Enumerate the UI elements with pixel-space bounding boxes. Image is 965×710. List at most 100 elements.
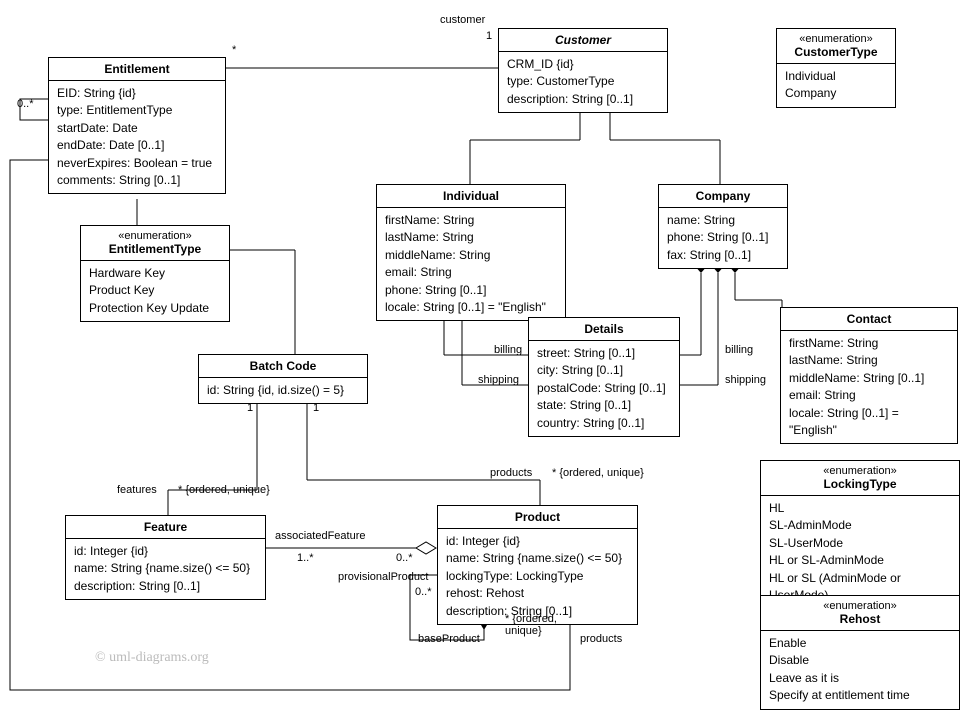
lit: Hardware Key — [89, 265, 221, 282]
attr: phone: String [0..1] — [385, 282, 557, 299]
class-details: Details street: String [0..1] city: Stri… — [528, 317, 680, 437]
label-billing2: billing — [725, 344, 753, 356]
attr: fax: String [0..1] — [667, 247, 779, 264]
lit: Enable — [769, 635, 951, 652]
class-batchcode: Batch Code id: String {id, id.size() = 5… — [198, 354, 368, 404]
lit: Company — [785, 85, 887, 102]
attr: CRM_ID {id} — [507, 56, 659, 73]
label-one3: 1 — [313, 402, 319, 414]
class-entitlement: Entitlement EID: String {id} type: Entit… — [48, 57, 226, 194]
label-shipping2: shipping — [725, 374, 766, 386]
stereotype: «enumeration» — [769, 465, 951, 477]
lit: SL-UserMode — [769, 535, 951, 552]
label-zerostar: 0..* — [17, 98, 34, 110]
attr: name: String {name.size() <= 50} — [74, 560, 257, 577]
class-title: Batch Code — [199, 355, 367, 378]
attr: phone: String [0..1] — [667, 229, 779, 246]
attr: rehost: Rehost — [446, 585, 629, 602]
class-entitlementtype: «enumeration» EntitlementType Hardware K… — [80, 225, 230, 322]
attr: firstName: String — [385, 212, 557, 229]
attr: middleName: String — [385, 247, 557, 264]
attr: country: String [0..1] — [537, 415, 671, 432]
label-provprod: provisionalProduct — [338, 571, 429, 583]
label-one2: 1 — [247, 402, 253, 414]
lit: HL — [769, 500, 951, 517]
attr: street: String [0..1] — [537, 345, 671, 362]
attr: postalCode: String [0..1] — [537, 380, 671, 397]
stereotype: «enumeration» — [785, 33, 887, 45]
class-contact: Contact firstName: String lastName: Stri… — [780, 307, 958, 444]
attr: name: String — [667, 212, 779, 229]
class-title: Entitlement — [49, 58, 225, 81]
label-onestar: 1..* — [297, 552, 314, 564]
label-star: * — [232, 44, 236, 56]
lit: Individual — [785, 68, 887, 85]
label-features: features — [117, 484, 157, 496]
class-customertype: «enumeration» CustomerType Individual Co… — [776, 28, 896, 108]
class-title: Details — [529, 318, 679, 341]
class-individual: Individual firstName: String lastName: S… — [376, 184, 566, 321]
label-products1: products — [490, 467, 532, 479]
class-company: Company name: String phone: String [0..1… — [658, 184, 788, 269]
class-title: Customer — [499, 29, 667, 52]
attr: lastName: String — [789, 352, 949, 369]
attr: lockingType: LockingType — [446, 568, 629, 585]
class-title: CustomerType — [785, 45, 887, 59]
lit: Disable — [769, 652, 951, 669]
attr: description: String [0..1] — [74, 578, 257, 595]
attr: locale: String [0..1] = "English" — [789, 405, 949, 440]
class-rehost: «enumeration» Rehost Enable Disable Leav… — [760, 595, 960, 710]
label-baseprod: baseProduct — [418, 633, 480, 645]
class-customer: Customer CRM_ID {id} type: CustomerType … — [498, 28, 668, 113]
class-feature: Feature id: Integer {id} name: String {n… — [65, 515, 266, 600]
attr: middleName: String [0..1] — [789, 370, 949, 387]
label-products2: products — [580, 633, 622, 645]
attr: email: String — [789, 387, 949, 404]
attr: type: EntitlementType — [57, 102, 217, 119]
attr: locale: String [0..1] = "English" — [385, 299, 557, 316]
watermark: © uml-diagrams.org — [95, 650, 209, 666]
lit: Specify at entitlement time — [769, 687, 951, 704]
attr: city: String [0..1] — [537, 362, 671, 379]
lit: Product Key — [89, 282, 221, 299]
class-title: Individual — [377, 185, 565, 208]
attr: description: String [0..1] — [507, 91, 659, 108]
attr: id: Integer {id} — [74, 543, 257, 560]
class-title: Contact — [781, 308, 957, 331]
label-shipping1: shipping — [478, 374, 519, 386]
class-lockingtype: «enumeration» LockingType HL SL-AdminMod… — [760, 460, 960, 609]
stereotype: «enumeration» — [89, 230, 221, 242]
attr: lastName: String — [385, 229, 557, 246]
label-zerostarp: 0..* — [396, 552, 413, 564]
stereotype: «enumeration» — [769, 600, 951, 612]
attr: firstName: String — [789, 335, 949, 352]
class-title: Feature — [66, 516, 265, 539]
class-title: Company — [659, 185, 787, 208]
lit: HL or SL-AdminMode — [769, 552, 951, 569]
label-one: 1 — [486, 30, 492, 42]
attr: state: String [0..1] — [537, 397, 671, 414]
class-title: Product — [438, 506, 637, 529]
attr: comments: String [0..1] — [57, 172, 217, 189]
label-zerostarpp: 0..* — [415, 586, 432, 598]
attr: id: Integer {id} — [446, 533, 629, 550]
attr: name: String {name.size() <= 50} — [446, 550, 629, 567]
attr: EID: String {id} — [57, 85, 217, 102]
attr: id: String {id, id.size() = 5} — [207, 382, 359, 399]
class-title: EntitlementType — [89, 242, 221, 256]
label-ou3: * {ordered, unique} — [505, 613, 557, 637]
label-ou2: * {ordered, unique} — [552, 467, 644, 479]
lit: Leave as it is — [769, 670, 951, 687]
label-customer-role: customer — [440, 14, 485, 26]
lit: SL-AdminMode — [769, 517, 951, 534]
attr: endDate: Date [0..1] — [57, 137, 217, 154]
attr: email: String — [385, 264, 557, 281]
lit: Protection Key Update — [89, 300, 221, 317]
label-ou1: * {ordered, unique} — [178, 484, 270, 496]
class-product: Product id: Integer {id} name: String {n… — [437, 505, 638, 625]
class-title: Rehost — [769, 612, 951, 626]
attr: type: CustomerType — [507, 73, 659, 90]
label-billing1: billing — [494, 344, 522, 356]
class-title: LockingType — [769, 477, 951, 491]
label-assocfeat: associatedFeature — [275, 530, 366, 542]
